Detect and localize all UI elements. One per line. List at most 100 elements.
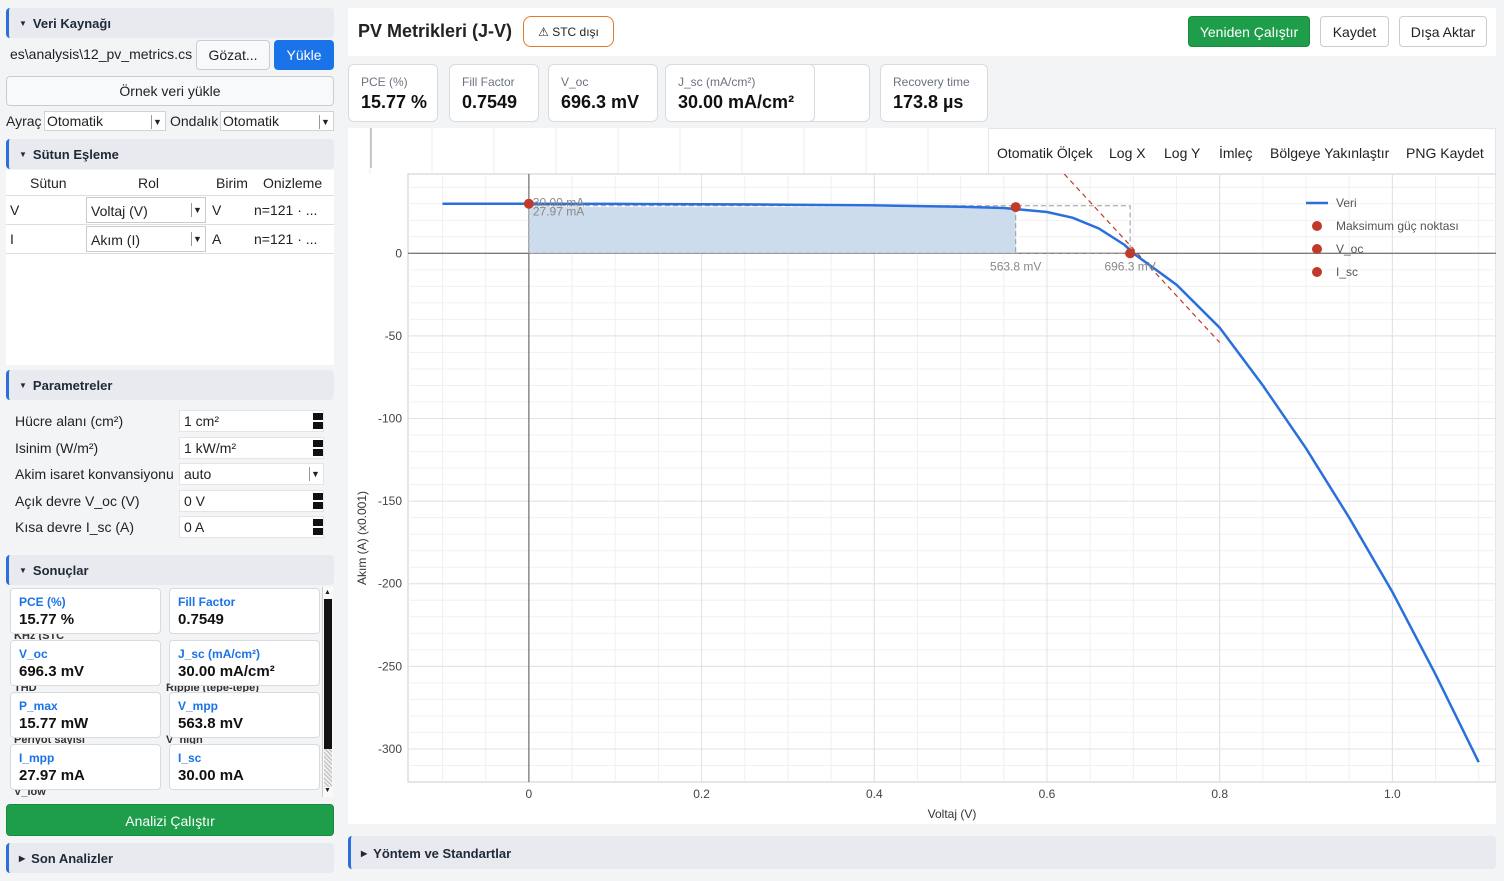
preview-value: n=121 · ...	[254, 202, 318, 218]
iv-chart[interactable]: 0 0.2 0.4 0.6 0.8 1.0 0 -50 -100 -150 -200 -250 -300…	[348, 128, 1497, 824]
legend-swatch	[1312, 244, 1322, 254]
param-spinbox[interactable]: 1 cm²	[179, 410, 324, 432]
x-tick-label: 0.6	[1039, 787, 1056, 801]
metric-value: 696.3 mV	[561, 92, 640, 112]
run-analysis-button[interactable]: Analizi Çalıştır	[6, 804, 334, 836]
mapping-table: Sütun Rol Birim Onizleme V Voltaj (V) ▼ V…	[6, 170, 334, 365]
legend-label: V_oc	[1336, 242, 1363, 256]
section-data-source[interactable]: ▼ Veri Kaynağı	[6, 8, 334, 38]
param-label: Isinim (W/m²)	[15, 439, 99, 456]
result-label: J_sc (mA/cm²)	[178, 647, 261, 661]
result-value: 696.3 mV	[19, 663, 85, 680]
x-tick-label: 0.2	[693, 787, 710, 801]
metric-value: 15.77 %	[361, 92, 428, 112]
legend-swatch	[1312, 221, 1322, 231]
annotation-label: 696.3 mV	[1104, 259, 1155, 273]
role-select[interactable]: Voltaj (V) ▼	[86, 197, 206, 223]
decimal-select[interactable]: Otomatik ▼	[220, 111, 334, 131]
separator-label: Ayraç	[6, 113, 42, 129]
metric-card: V_oc 696.3 mV	[548, 64, 658, 122]
param-value: 0 V	[184, 492, 206, 509]
export-button[interactable]: Dışa Aktar	[1399, 16, 1487, 47]
chevron-down-icon: ▼	[191, 203, 203, 217]
collapse-icon: ▼	[19, 150, 27, 159]
metric-label: PCE (%)	[361, 75, 408, 89]
param-select[interactable]: auto ▼	[179, 463, 324, 485]
expand-icon: ▶	[19, 854, 26, 863]
plot-area[interactable]: 0 0.2 0.4 0.6 0.8 1.0 0 -50 -100 -150 -200 -250 -300…	[348, 128, 1497, 824]
save-button[interactable]: Kaydet	[1320, 16, 1389, 47]
metric-value: 173.8 µs	[893, 92, 964, 112]
result-card: V_mpp 563.8 mV	[169, 692, 320, 738]
metric-value: 0.7549	[462, 92, 518, 112]
legend-swatch	[1312, 267, 1322, 277]
metric-value: 30.00 mA/cm²	[678, 92, 795, 112]
browse-button[interactable]: Gözat...	[196, 40, 270, 70]
result-label: I_mpp	[19, 751, 55, 765]
param-spinbox[interactable]: 0 V	[179, 489, 324, 512]
mpp-power-rectangle	[528, 207, 1016, 254]
spin-arrows-icon[interactable]	[313, 519, 323, 536]
chevron-down-icon: ▼	[191, 232, 203, 246]
collapse-icon: ▼	[19, 19, 27, 28]
section-methods-standards[interactable]: ▶ Yöntem ve Standartlar	[348, 836, 1496, 869]
marker-point[interactable]	[1010, 202, 1021, 213]
x-tick-label: 0	[526, 787, 533, 801]
marker-point[interactable]	[1125, 248, 1136, 259]
zoom-region-button[interactable]: Bölgeye Yakınlaştır	[1270, 145, 1389, 161]
y-axis-label: Akım (A) (x0.001)	[355, 491, 369, 585]
section-recent-analyses[interactable]: ▶ Son Analizler	[6, 843, 334, 873]
result-label: I_sc	[178, 751, 202, 765]
separator-select[interactable]: Otomatik ▼	[44, 111, 166, 131]
metric-label: V_oc	[561, 75, 589, 89]
metric-card: J_sc (mA/cm²) 30.00 mA/cm²	[665, 64, 815, 122]
scroll-up-icon[interactable]: ▲	[324, 589, 331, 596]
unit-value: V	[212, 202, 222, 218]
section-results[interactable]: ▼ Sonuçlar	[6, 555, 334, 585]
y-tick-label: -150	[378, 494, 402, 508]
cursor-button[interactable]: İmleç	[1219, 145, 1252, 161]
param-label: Açık devre V_oc (V)	[15, 492, 140, 509]
result-card: J_sc (mA/cm²) 30.00 mA/cm²	[169, 640, 320, 686]
spin-arrows-icon[interactable]	[313, 413, 323, 430]
result-label: P_max	[19, 699, 58, 713]
log-x-button[interactable]: Log X	[1109, 145, 1146, 161]
param-spinbox[interactable]: 1 kW/m²	[179, 436, 324, 459]
load-sample-button[interactable]: Örnek veri yükle	[6, 76, 334, 106]
autoscale-button[interactable]: Otomatik Ölçek	[997, 145, 1093, 161]
scroll-thumb[interactable]	[324, 599, 332, 749]
load-button[interactable]: Yükle	[274, 40, 334, 70]
file-path-field[interactable]: es\analysis\12_pv_metrics.csv	[6, 40, 192, 70]
col-header-column: Sütun	[30, 175, 67, 191]
result-card: P_max 15.77 mW	[10, 692, 161, 738]
result-value: 27.97 mA	[19, 767, 85, 784]
legend-label: I_sc	[1336, 265, 1358, 279]
result-value: 15.77 mW	[19, 715, 89, 732]
role-select[interactable]: Akım (I) ▼	[86, 226, 206, 252]
rerun-button[interactable]: Yeniden Çalıştır	[1188, 16, 1310, 47]
results-grid: KHz (STC THD Ripple (tepe-tepe) Periyot say…	[6, 586, 334, 798]
chevron-down-icon: ▼	[151, 115, 163, 129]
x-axis-label: Voltaj (V)	[928, 807, 977, 821]
chevron-down-icon: ▼	[309, 467, 321, 481]
y-tick-label: -250	[378, 659, 402, 673]
section-parameters[interactable]: ▼ Parametreler	[6, 370, 334, 400]
result-label: V_oc	[19, 647, 48, 661]
param-spinbox[interactable]: 0 A	[179, 516, 324, 538]
result-card: PCE (%) 15.77 %	[10, 588, 161, 634]
metric-card: Recovery time 173.8 µs	[880, 64, 988, 122]
y-tick-label: -300	[378, 742, 402, 756]
spin-arrows-icon[interactable]	[313, 492, 323, 510]
scroll-down-icon[interactable]: ▼	[324, 787, 331, 794]
results-scrollbar[interactable]: ▲ ▼	[322, 587, 333, 797]
col-header-role: Rol	[138, 175, 160, 191]
y-tick-label: -200	[378, 577, 402, 591]
section-column-mapping[interactable]: ▼ Sütun Eşleme	[6, 139, 334, 169]
result-label: V_mpp	[178, 699, 219, 713]
log-y-button[interactable]: Log Y	[1164, 145, 1200, 161]
x-tick-label: 0.8	[1211, 787, 1228, 801]
col-header-preview: Onizleme	[263, 175, 323, 191]
save-png-button[interactable]: PNG Kaydet	[1406, 145, 1484, 161]
spin-arrows-icon[interactable]	[313, 439, 323, 457]
metric-label: Fill Factor	[462, 75, 515, 89]
